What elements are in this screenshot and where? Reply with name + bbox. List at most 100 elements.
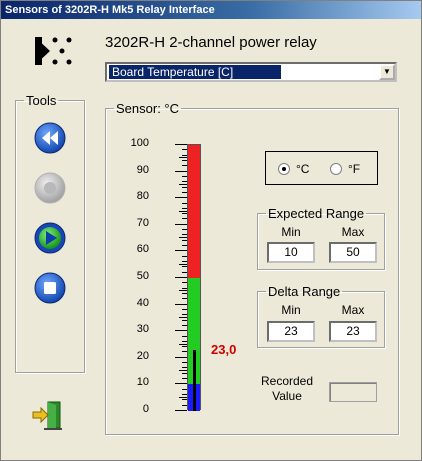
rewind-button[interactable]: [34, 122, 66, 154]
current-value-readout: 23,0: [211, 342, 237, 357]
scale-tick: [179, 344, 187, 345]
scale-tick: [182, 266, 187, 267]
scale-tick: [182, 234, 187, 235]
scale-tick: [182, 336, 187, 337]
delta-min-input[interactable]: 23: [267, 321, 315, 342]
scale-tick: [182, 240, 187, 241]
scale-tick: [182, 160, 187, 161]
scale-tick-label: 100: [130, 137, 149, 149]
scale-tick: [182, 293, 187, 294]
scale-tick: [182, 346, 187, 347]
expected-min-input[interactable]: 10: [267, 242, 315, 263]
scale-tick: [182, 351, 187, 352]
scale-tick: [182, 218, 187, 219]
scale-tick: [182, 165, 187, 166]
expected-max-label: Max: [341, 225, 365, 239]
chevron-down-icon[interactable]: ▼: [379, 64, 395, 80]
scale-tick: [182, 245, 187, 246]
scale-tick: [175, 330, 187, 331]
expected-max-input[interactable]: 50: [329, 242, 377, 263]
scale-tick: [182, 176, 187, 177]
scale-tick: [182, 320, 187, 321]
exit-door-icon[interactable]: [31, 399, 65, 431]
stop-icon: [34, 272, 66, 304]
scale-tick: [182, 192, 187, 193]
scale-tick: [182, 378, 187, 379]
scale-tick-label: 40: [136, 296, 149, 309]
sensor-select-dropdown[interactable]: Board Temperature [C] ▼: [105, 62, 397, 82]
scale-tick: [179, 370, 187, 371]
celsius-radio[interactable]: [278, 163, 290, 175]
sensor-label: Sensor: °C: [116, 101, 180, 116]
scale-tick: [175, 410, 187, 411]
scale-tick: [182, 208, 187, 209]
scale-tick: [182, 298, 187, 299]
scale-tick: [175, 224, 187, 225]
scale-tick: [182, 309, 187, 310]
scale-tick: [182, 367, 187, 368]
scale-tick: [175, 144, 187, 145]
scale-tick: [179, 397, 187, 398]
scale-tick: [182, 341, 187, 342]
delta-max-input[interactable]: 23: [329, 321, 377, 342]
scale-tick: [179, 184, 187, 185]
delta-range-label: Delta Range: [268, 284, 341, 299]
scale-tick: [175, 250, 187, 251]
delta-max-label: Max: [341, 303, 365, 317]
scale-tick: [179, 211, 187, 212]
scale-tick-label: 20: [136, 349, 149, 362]
scale-tick: [182, 256, 187, 257]
scale-tick: [182, 373, 187, 374]
scale-tick-label: 80: [136, 190, 149, 203]
scale-tick: [175, 277, 187, 278]
record-button[interactable]: [34, 172, 66, 204]
scale-tick: [182, 405, 187, 406]
scale-tick: [182, 362, 187, 363]
play-icon: [34, 222, 66, 254]
app-window: Sensors of 3202R-H Mk5 Relay Interface 3…: [0, 0, 422, 461]
scale-tick-label: 30: [136, 323, 149, 336]
thermometer-level: [193, 349, 196, 411]
sensor-select-value: Board Temperature [C]: [109, 65, 281, 79]
scale-tick: [182, 272, 187, 273]
scale-tick: [175, 197, 187, 198]
scale-tick: [182, 314, 187, 315]
fahrenheit-radio[interactable]: [330, 163, 342, 175]
scale-tick-label: 60: [136, 243, 149, 256]
unit-selector: °C °F: [265, 151, 378, 185]
scale-tick: [182, 187, 187, 188]
scale-tick: [179, 290, 187, 291]
scale-tick-label: 50: [136, 270, 149, 282]
scale-tick: [182, 288, 187, 289]
rewind-icon: [34, 122, 66, 154]
play-button[interactable]: [34, 222, 66, 254]
scale-tick: [182, 282, 187, 283]
scale-tick: [182, 261, 187, 262]
expected-min-label: Min: [281, 225, 301, 239]
scale-tick: [182, 399, 187, 400]
recorded-value-label: Recorded Value: [251, 374, 323, 404]
recorded-label-line1: Recorded: [260, 374, 314, 388]
scale-tick: [182, 203, 187, 204]
scale-tick: [182, 155, 187, 156]
device-title: 3202R-H 2-channel power relay: [105, 34, 317, 51]
delta-min-label: Min: [281, 303, 301, 317]
window-title: Sensors of 3202R-H Mk5 Relay Interface: [1, 1, 421, 19]
celsius-label: °C: [296, 162, 310, 176]
recorded-label-line2: Value: [272, 389, 302, 403]
expected-range-label: Expected Range: [268, 206, 365, 221]
thermometer-bar: [187, 144, 201, 411]
scale-tick: [182, 394, 187, 395]
scale-tick: [175, 171, 187, 172]
scale-tick: [182, 149, 187, 150]
logo-icon: [31, 34, 75, 68]
scale-tick: [175, 304, 187, 305]
scale-tick: [182, 389, 187, 390]
scale-tick-label: 90: [136, 163, 149, 176]
thermometer-zone: [188, 145, 200, 278]
stop-button[interactable]: [34, 272, 66, 304]
scale-tick: [179, 237, 187, 238]
scale-tick: [179, 264, 187, 265]
scale-tick-label: 70: [136, 216, 149, 229]
scale-tick: [179, 157, 187, 158]
